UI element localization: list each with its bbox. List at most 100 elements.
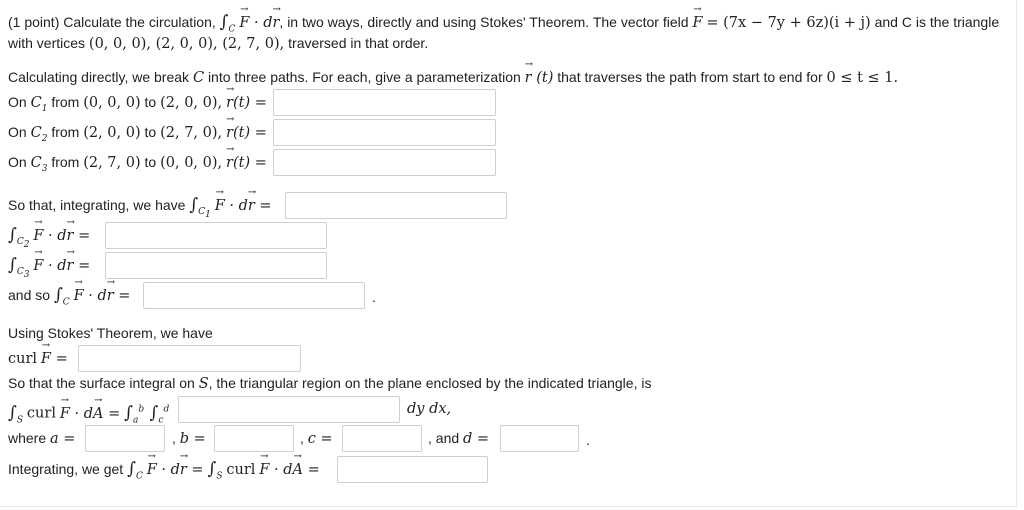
stokes-intro: Using Stokes' Theorem, we have: [8, 325, 213, 341]
from-label: from: [51, 94, 80, 110]
on-label: On: [8, 124, 27, 140]
d-eq: d =: [463, 431, 490, 447]
period: .: [372, 289, 376, 305]
to-label: to: [144, 124, 157, 140]
integrand-expression: F · dr =: [33, 248, 90, 274]
integral-c-symbol: ∫C: [53, 285, 70, 308]
integrand-expression: F · dr =: [33, 218, 90, 244]
curl-f-answer-box: [78, 345, 301, 372]
curl-text: curl: [26, 405, 56, 422]
int-c3-input[interactable]: [106, 253, 326, 278]
curl-f-eq: F =: [41, 341, 68, 367]
surface-intro-a: So that the surface integral on: [8, 375, 195, 391]
c3-label: On C3 from (2, 7, 0) to (0, 0, 0), r(t) …: [8, 145, 267, 179]
to-label: to: [144, 94, 157, 110]
flux-expression: F · dA =: [60, 396, 120, 422]
vertices-prefix: with vertices: [8, 35, 86, 51]
final-input[interactable]: [338, 457, 487, 482]
int-c2-input[interactable]: [106, 223, 326, 248]
vertices-math: (0, 0, 0), (2, 0, 0), (2, 7, 0),: [88, 36, 285, 52]
b-input[interactable]: [215, 426, 293, 451]
r-of-t-symbol: r (t): [525, 60, 554, 86]
integrating-text: Integrating, we get: [8, 461, 124, 477]
int-c2-answer-box: [105, 222, 327, 249]
curve-c-symbol: C: [192, 70, 205, 86]
a-answer-box: [85, 425, 165, 452]
integrand-expression: F · dr =: [215, 188, 272, 214]
d-label: , and d =: [428, 428, 489, 449]
c-answer-box: [342, 425, 422, 452]
r1-answer-box: [273, 89, 496, 116]
integral-c2-symbol: ∫C2: [8, 225, 30, 251]
where-text: where: [8, 430, 47, 446]
r-of-t-eq: r(t) =: [226, 85, 267, 111]
c1-end: (2, 0, 0),: [160, 95, 223, 111]
so-that-text: So that, integrating, we have: [8, 197, 186, 213]
to-label: to: [144, 154, 157, 170]
d-input[interactable]: [501, 426, 578, 451]
surface-s-symbol: S: [198, 376, 209, 392]
comma: ,: [172, 430, 176, 446]
r-of-t-eq: r(t) =: [226, 145, 267, 171]
problem-intro-suffix: and C is the triangle: [874, 14, 1000, 30]
b-eq: b =: [179, 431, 206, 447]
surface-integral-symbol: ∫S: [207, 459, 223, 482]
problem-intro-prefix: (1 point) Calculate the circulation,: [8, 14, 216, 30]
r3-input[interactable]: [274, 150, 495, 175]
and-so-text: and so: [8, 287, 51, 303]
c1-symbol: C1: [30, 95, 48, 114]
a-eq: a =: [50, 431, 76, 447]
r-of-t-eq: r(t) =: [226, 115, 267, 141]
int-c1-answer-box: [285, 192, 507, 219]
c2-end: (2, 7, 0),: [160, 125, 223, 141]
flux-expression: F · dA =: [259, 452, 319, 478]
vector-field-symbol: F: [692, 5, 702, 31]
c3-end: (0, 0, 0),: [160, 155, 223, 171]
r1-input[interactable]: [274, 90, 495, 115]
direct-intro-a: Calculating directly, we break: [8, 69, 190, 85]
surface-intro: So that the surface integral on S, the t…: [8, 373, 651, 394]
final-answer-box: [337, 456, 488, 483]
from-label: from: [51, 124, 80, 140]
c2-start: (2, 0, 0): [83, 125, 141, 141]
integral-c-label: and so ∫C F · dr =: [8, 278, 131, 312]
d-answer-box: [500, 425, 579, 452]
on-label: On: [8, 154, 27, 170]
int-c-answer-box: [143, 282, 365, 309]
c-input[interactable]: [343, 426, 421, 451]
integrand-answer-box: [178, 396, 400, 423]
integrand-expression: F · dr =: [74, 278, 131, 304]
c3-symbol: C3: [30, 155, 48, 174]
curl-text: curl: [226, 462, 256, 478]
c1-start: (0, 0, 0): [83, 95, 141, 111]
from-label: from: [51, 154, 80, 170]
integrand-input[interactable]: [179, 397, 399, 422]
c-label: , c =: [300, 428, 333, 449]
integral-c3-symbol: ∫C3: [8, 255, 30, 281]
integral-c2-label: ∫C2 F · dr =: [8, 218, 90, 255]
b-answer-box: [214, 425, 294, 452]
surface-integral-symbol: ∫S: [8, 402, 24, 426]
r2-input[interactable]: [274, 120, 495, 145]
a-input[interactable]: [86, 426, 164, 451]
curl-f-input[interactable]: [79, 346, 300, 371]
curl-f-label: curl F =: [8, 341, 68, 369]
integrand-expression: F · dr =: [147, 452, 204, 478]
where-a-label: where a =: [8, 428, 75, 449]
r3-answer-box: [273, 149, 496, 176]
vector-field-expression: = (7x − 7y + 6z)(i + j): [706, 15, 871, 31]
integral-c1-label: So that, integrating, we have ∫C1 F · dr…: [8, 188, 272, 225]
integral-c1-symbol: ∫C1: [189, 195, 211, 221]
iterated-integral-symbol: ∫ab ∫cd: [124, 402, 170, 426]
int-c1-input[interactable]: [286, 193, 506, 218]
direct-intro-b: into three paths. For each, give a param…: [207, 69, 521, 85]
c-eq: c =: [307, 431, 333, 447]
int-c-input[interactable]: [144, 283, 364, 308]
final-integral-label: Integrating, we get ∫C F · dr = ∫S curl …: [8, 452, 320, 486]
integrand-expression: F · dr: [239, 5, 279, 31]
r2-answer-box: [273, 119, 496, 146]
t-range: 0 ≤ t ≤ 1.: [826, 70, 899, 86]
dydx-label: dy dx,: [407, 401, 452, 417]
direct-intro-c: that traverses the path from start to en…: [557, 69, 823, 85]
problem-intro-mid: , in two ways, directly and using Stokes…: [279, 14, 689, 30]
